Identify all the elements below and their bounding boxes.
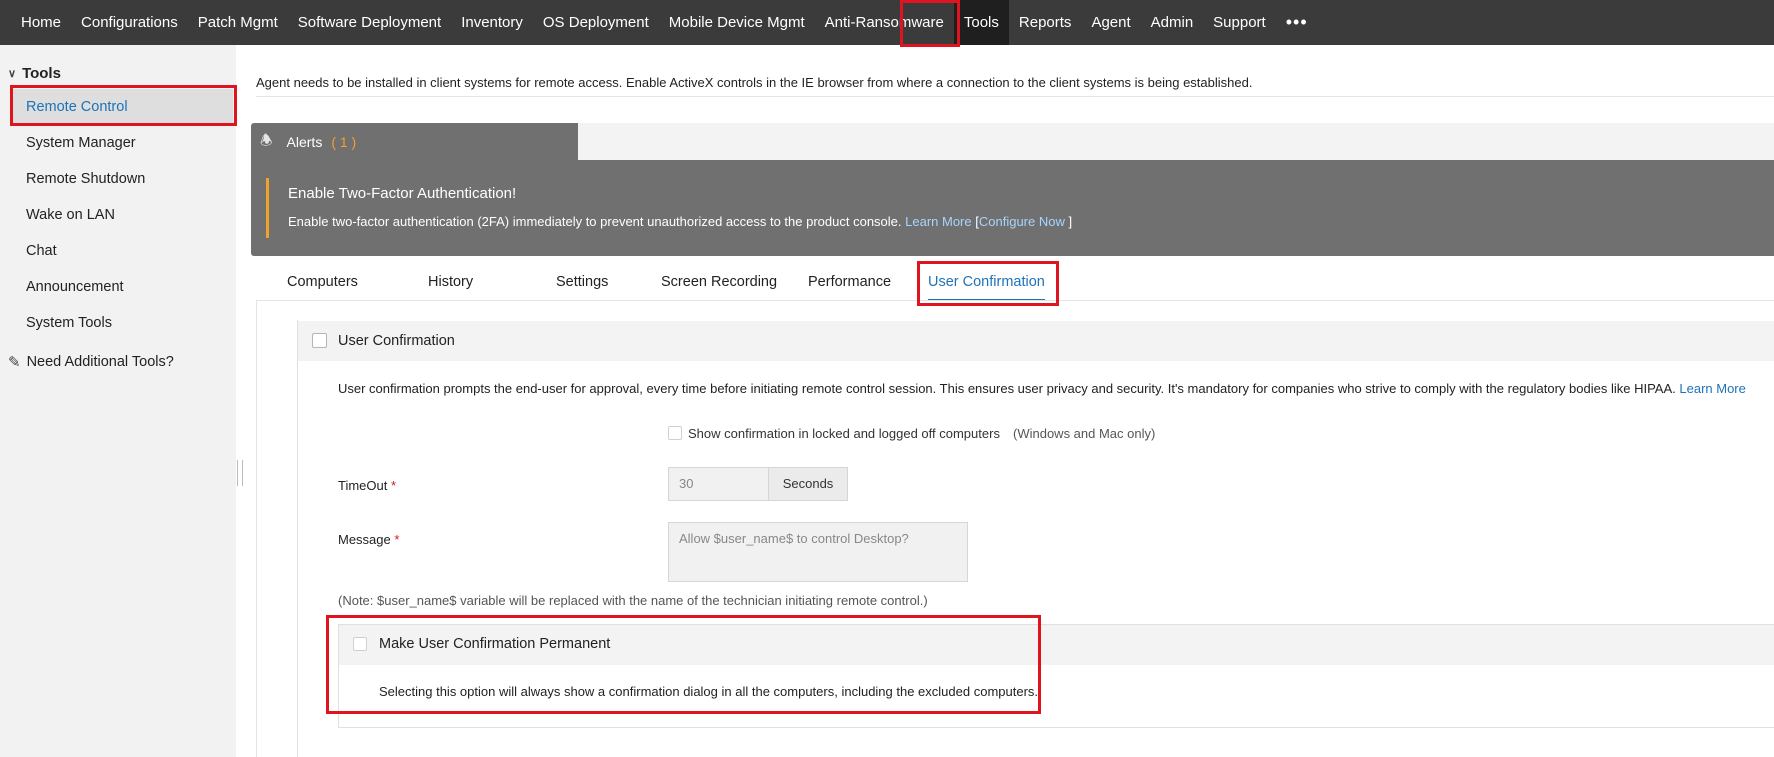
nav-software-deployment[interactable]: Software Deployment bbox=[288, 0, 451, 45]
more-menu-icon[interactable]: ••• bbox=[1276, 0, 1318, 45]
tab-user-confirmation[interactable]: User Confirmation bbox=[928, 262, 1045, 302]
alerts-label: Alerts bbox=[286, 133, 323, 150]
alert-2fa: Enable Two-Factor Authentication! Enable… bbox=[251, 160, 1774, 256]
nav-inventory[interactable]: Inventory bbox=[451, 0, 533, 45]
tab-computers[interactable]: Computers bbox=[287, 262, 358, 302]
message-textarea[interactable]: Allow $user_name$ to control Desktop? bbox=[668, 522, 968, 582]
alert-title: Enable Two-Factor Authentication! bbox=[288, 185, 517, 202]
tab-settings[interactable]: Settings bbox=[556, 262, 608, 302]
alert-learn-more-link[interactable]: Learn More bbox=[905, 214, 971, 229]
show-confirmation-label: Show confirmation in locked and logged o… bbox=[688, 426, 1000, 441]
need-additional-tools-link[interactable]: ✎ Need Additional Tools? bbox=[8, 353, 174, 371]
show-confirmation-note: (Windows and Mac only) bbox=[1013, 426, 1156, 441]
show-confirmation-checkbox[interactable] bbox=[668, 426, 682, 440]
make-permanent-description: Selecting this option will always show a… bbox=[379, 684, 1039, 699]
alert-accent-bar bbox=[266, 178, 269, 238]
nav-home[interactable]: Home bbox=[11, 0, 71, 45]
required-mark: * bbox=[394, 532, 400, 547]
nav-reports[interactable]: Reports bbox=[1009, 0, 1082, 45]
timeout-unit: Seconds bbox=[768, 467, 848, 501]
alert-message: Enable two-factor authentication (2FA) i… bbox=[288, 214, 902, 229]
sidebar-item-remote-control[interactable]: Remote Control bbox=[13, 89, 233, 125]
message-label-text: Message bbox=[338, 532, 391, 547]
nav-admin[interactable]: Admin bbox=[1141, 0, 1204, 45]
user-confirmation-description: User confirmation prompts the end-user f… bbox=[338, 381, 1746, 396]
sidebar: ∨ Tools Remote Control System Manager Re… bbox=[0, 45, 236, 757]
tab-performance[interactable]: Performance bbox=[808, 262, 891, 302]
sidebar-item-system-tools[interactable]: System Tools bbox=[13, 305, 233, 341]
bell-icon: 🕭 bbox=[260, 131, 273, 148]
alerts-count: ( 1 ) bbox=[331, 133, 357, 150]
nav-configurations[interactable]: Configurations bbox=[71, 0, 188, 45]
required-mark: * bbox=[390, 478, 397, 493]
nav-mobile-device-mgmt[interactable]: Mobile Device Mgmt bbox=[659, 0, 815, 45]
timeout-input[interactable]: 30 bbox=[668, 467, 768, 501]
sidebar-section-label: Tools bbox=[22, 65, 61, 82]
nav-os-deployment[interactable]: OS Deployment bbox=[533, 0, 659, 45]
user-confirmation-title: User Confirmation bbox=[338, 333, 455, 349]
divider bbox=[256, 96, 1774, 97]
sidebar-section-tools[interactable]: ∨ Tools bbox=[8, 65, 61, 82]
sidebar-item-wake-on-lan[interactable]: Wake on LAN bbox=[13, 197, 233, 233]
top-navigation: Home Configurations Patch Mgmt Software … bbox=[0, 0, 1774, 45]
make-permanent-label: Make User Confirmation Permanent bbox=[379, 636, 611, 652]
user-name-note: (Note: $user_name$ variable will be repl… bbox=[338, 593, 928, 608]
pen-icon: ✎ bbox=[8, 354, 21, 371]
sidebar-item-system-manager[interactable]: System Manager bbox=[13, 125, 233, 161]
nav-anti-ransomware[interactable]: Anti-Ransomware bbox=[815, 0, 954, 45]
nav-support[interactable]: Support bbox=[1203, 0, 1276, 45]
nav-tools[interactable]: Tools bbox=[953, 0, 1009, 45]
alert-bracket-close: ] bbox=[1068, 214, 1073, 229]
tab-history[interactable]: History bbox=[428, 262, 473, 302]
timeout-label-text: TimeOut bbox=[338, 478, 388, 493]
need-additional-tools-label: Need Additional Tools? bbox=[26, 354, 174, 370]
tab-screen-recording[interactable]: Screen Recording bbox=[661, 262, 777, 302]
sidebar-item-announcement[interactable]: Announcement bbox=[13, 269, 233, 305]
chevron-down-icon: ∨ bbox=[8, 68, 17, 80]
alert-configure-now-link[interactable]: Configure Now bbox=[979, 214, 1065, 229]
sidebar-resize-handle[interactable] bbox=[237, 460, 243, 486]
user-confirmation-panel-header bbox=[298, 321, 1774, 361]
alert-text: Enable two-factor authentication (2FA) i… bbox=[288, 214, 1072, 229]
alerts-header[interactable]: 🕭 Alerts ( 1 ) bbox=[251, 123, 578, 160]
message-label: Message * bbox=[338, 532, 399, 547]
sidebar-item-chat[interactable]: Chat bbox=[13, 233, 233, 269]
description-text: User confirmation prompts the end-user f… bbox=[338, 381, 1676, 396]
timeout-label: TimeOut * bbox=[338, 478, 396, 493]
nav-patch-mgmt[interactable]: Patch Mgmt bbox=[188, 0, 288, 45]
user-confirmation-checkbox[interactable] bbox=[312, 333, 327, 348]
make-permanent-checkbox[interactable] bbox=[353, 637, 367, 651]
sidebar-item-remote-shutdown[interactable]: Remote Shutdown bbox=[13, 161, 233, 197]
alerts-header-strip bbox=[578, 123, 1774, 160]
nav-agent[interactable]: Agent bbox=[1081, 0, 1140, 45]
agent-notice: Agent needs to be installed in client sy… bbox=[256, 75, 1253, 90]
description-learn-more-link[interactable]: Learn More bbox=[1679, 381, 1745, 396]
